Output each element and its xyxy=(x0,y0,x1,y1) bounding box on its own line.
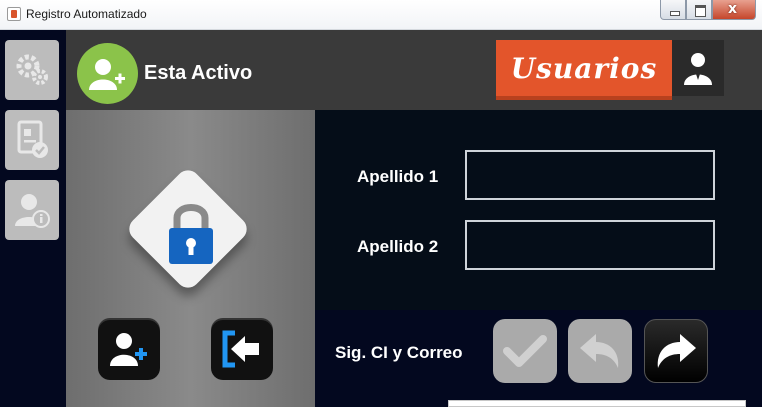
forward-button[interactable] xyxy=(644,319,708,383)
redo-arrow-icon xyxy=(657,334,696,368)
form-panel: Apellido 1 Apellido 2 xyxy=(315,110,762,310)
users-button[interactable]: Usuarios xyxy=(496,40,672,100)
status-indicator xyxy=(77,43,138,104)
close-icon: x xyxy=(728,1,738,17)
user-info-icon xyxy=(15,194,50,228)
apellido-1-input[interactable] xyxy=(465,150,715,200)
lock-panel xyxy=(66,110,315,407)
logout-arrow-icon xyxy=(222,330,259,368)
user-suit-icon xyxy=(684,53,712,85)
maximize-button[interactable] xyxy=(686,0,712,20)
window-controls: x xyxy=(660,0,756,20)
sidebar-item-settings[interactable] xyxy=(5,40,59,100)
apellido-1-label: Apellido 1 xyxy=(357,167,439,186)
apellido-2-input[interactable] xyxy=(465,220,715,270)
footer-bar: Sig. CI y Correo xyxy=(315,310,762,407)
background-window-edge xyxy=(448,400,746,407)
sidebar xyxy=(0,30,66,407)
checkmark-icon xyxy=(503,335,547,367)
add-user-icon xyxy=(88,58,125,90)
logout-button[interactable] xyxy=(211,318,273,380)
document-check-icon xyxy=(17,120,48,158)
padlock-icon xyxy=(169,204,213,264)
sidebar-item-reports[interactable] xyxy=(5,110,59,170)
window-title-bar: Registro Automatizado x xyxy=(0,0,762,30)
add-user-icon xyxy=(110,333,147,366)
java-app-icon xyxy=(7,7,21,21)
user-profile-button[interactable] xyxy=(672,40,724,96)
window-title: Registro Automatizado xyxy=(26,7,147,21)
undo-arrow-icon xyxy=(580,334,619,368)
sidebar-item-user-info[interactable] xyxy=(5,180,59,240)
minimize-button[interactable] xyxy=(660,0,686,20)
header-bar: Esta Activo Usuarios xyxy=(66,30,762,110)
confirm-button[interactable] xyxy=(493,319,557,383)
gears-icon xyxy=(16,54,48,85)
next-step-label: Sig. CI y Correo xyxy=(335,343,463,362)
apellido-2-label: Apellido 2 xyxy=(357,237,439,256)
add-user-button[interactable] xyxy=(98,318,160,380)
back-button[interactable] xyxy=(568,319,632,383)
status-text: Esta Activo xyxy=(144,62,253,84)
close-button[interactable]: x xyxy=(712,0,756,20)
